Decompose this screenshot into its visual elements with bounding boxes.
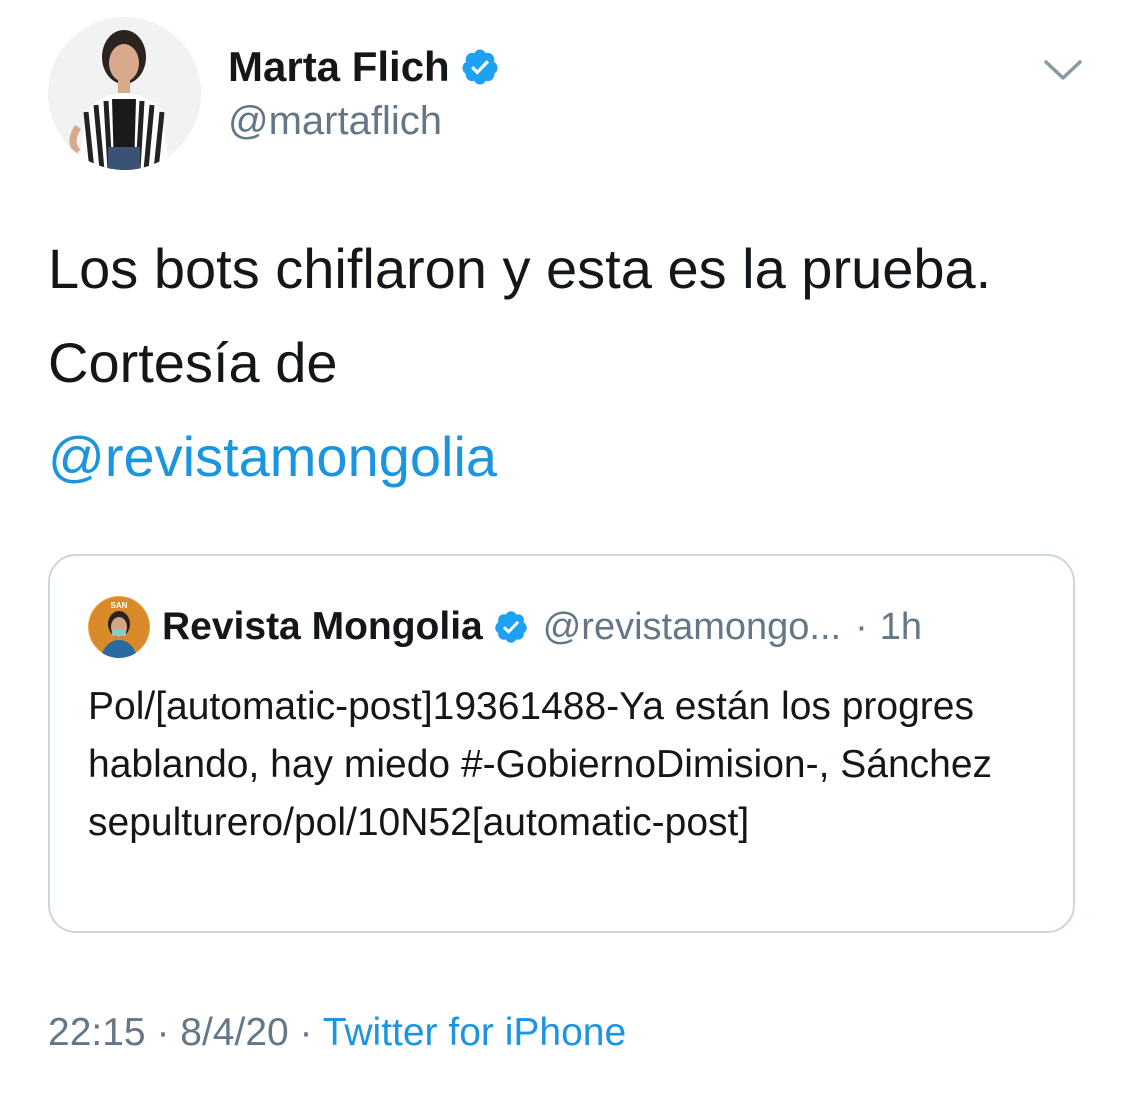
svg-text:SAN: SAN (111, 601, 128, 610)
quoted-author-handle[interactable]: @revistamongo... (543, 606, 841, 649)
quoted-tweet-text: Pol/[automatic-post]19361488-Ya están lo… (88, 685, 993, 844)
verified-badge-icon (494, 611, 527, 643)
quoted-timestamp[interactable]: 1h (880, 606, 922, 649)
verified-badge-icon (462, 49, 498, 85)
tweet-date[interactable]: 8/4/20 (180, 1011, 288, 1054)
author-handle[interactable]: @martaflich (228, 97, 442, 145)
quoted-tweet-card[interactable]: SAN Revista Mongolia @revistamongo... · … (48, 554, 1075, 933)
tweet-text: Los bots chiflaron y esta es la prueba. … (48, 222, 1078, 504)
chevron-down-icon[interactable] (1042, 54, 1084, 84)
tweet-mention-link[interactable]: @revistamongolia (48, 410, 1078, 504)
meta-separator: · (288, 1011, 323, 1054)
author-name[interactable]: Marta Flich (228, 42, 450, 92)
tweet-time[interactable]: 22:15 (48, 1011, 146, 1054)
meta-separator: · (145, 1011, 181, 1054)
tweet-source-link[interactable]: Twitter for iPhone (323, 1011, 626, 1054)
avatar-photo (48, 17, 201, 170)
tweet-body: Los bots chiflaron y esta es la prueba. … (48, 237, 992, 394)
author-name-row[interactable]: Marta Flich (228, 42, 500, 92)
quoted-separator: · (855, 605, 868, 648)
author-avatar[interactable] (48, 17, 201, 170)
quoted-author-name[interactable]: Revista Mongolia (162, 605, 483, 649)
quoted-tweet-header: SAN Revista Mongolia @revistamongo... · … (88, 596, 922, 658)
quoted-author-avatar[interactable]: SAN (88, 596, 150, 658)
tweet-meta: 22:15 · 8/4/20 · Twitter for iPhone (48, 1008, 626, 1058)
quoted-avatar-image: SAN (88, 596, 150, 658)
